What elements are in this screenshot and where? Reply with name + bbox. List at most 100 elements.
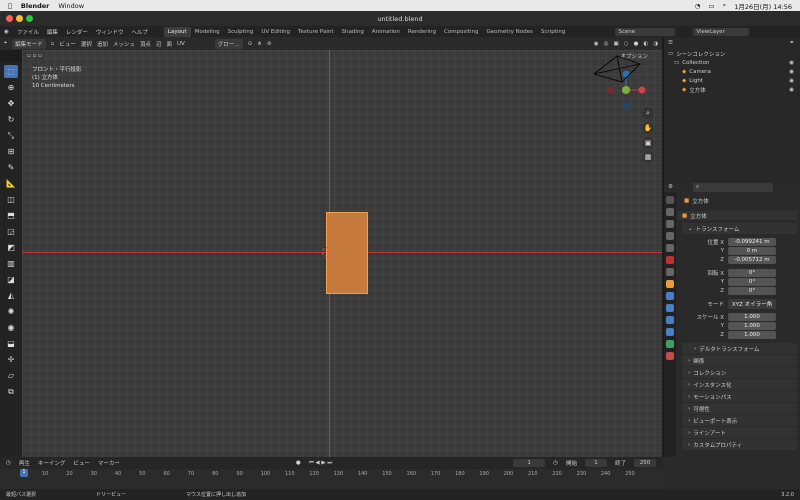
- scale-tool-icon[interactable]: ⤡: [4, 129, 18, 142]
- shrink-fatten-tool-icon[interactable]: ✢: [4, 353, 18, 366]
- tab-rendering[interactable]: Rendering: [404, 27, 440, 37]
- 3d-viewport[interactable]: ▫ ▫ ▫ オプション フロント・平行投影 (1) 立方体 10 Centime…: [22, 50, 662, 457]
- tool-tab-icon[interactable]: [666, 196, 674, 204]
- tab-modeling[interactable]: Modeling: [191, 27, 224, 37]
- playhead[interactable]: 1: [20, 469, 28, 477]
- section-custom-properties[interactable]: › カスタムプロパティ: [682, 439, 797, 450]
- modifier-tab-icon[interactable]: [666, 292, 674, 300]
- add-cube-tool-icon[interactable]: ◫: [4, 193, 18, 206]
- cursor-tool-icon[interactable]: ⊕: [4, 81, 18, 94]
- output-tab-icon[interactable]: [666, 220, 674, 228]
- wifi-icon[interactable]: ◔: [695, 2, 701, 10]
- pivot-icon[interactable]: ⊙: [248, 41, 253, 47]
- view-layer-tab-icon[interactable]: [666, 232, 674, 240]
- scene-tab-icon[interactable]: [666, 244, 674, 252]
- tab-texture-paint[interactable]: Texture Paint: [294, 27, 338, 37]
- tab-compositing[interactable]: Compositing: [440, 27, 482, 37]
- clock[interactable]: 1月26日(月) 14:56: [734, 1, 792, 11]
- transform-tool-icon[interactable]: ⊞: [4, 145, 18, 158]
- section-line-art[interactable]: › ラインアート: [682, 427, 797, 438]
- minimize-window-button[interactable]: [16, 15, 23, 22]
- outliner-type-icon[interactable]: ☰: [668, 40, 673, 46]
- menu-face[interactable]: 面: [166, 40, 172, 48]
- data-tab-icon[interactable]: [666, 340, 674, 348]
- current-frame-field[interactable]: 1: [513, 459, 546, 467]
- particles-tab-icon[interactable]: [666, 304, 674, 312]
- rotate-tool-icon[interactable]: ↻: [4, 113, 18, 126]
- location-y-field[interactable]: 0 m: [728, 246, 776, 255]
- location-z-field[interactable]: -0.005712 m: [728, 255, 776, 264]
- render-tab-icon[interactable]: [666, 208, 674, 216]
- menu-add[interactable]: 追加: [97, 40, 108, 48]
- selected-cube-mesh[interactable]: [326, 212, 368, 294]
- menu-mesh[interactable]: メッシュ: [113, 40, 135, 48]
- move-tool-icon[interactable]: ✥: [4, 97, 18, 110]
- section-instancing[interactable]: › インスタンス化: [682, 379, 797, 390]
- shading-material-icon[interactable]: ◐: [643, 41, 648, 47]
- rotation-y-field[interactable]: 0°: [728, 277, 776, 286]
- menu-render[interactable]: レンダー: [62, 28, 92, 36]
- poly-build-tool-icon[interactable]: ◭: [4, 289, 18, 302]
- object-tab-icon[interactable]: [666, 280, 674, 288]
- blender-logo-icon[interactable]: ◉: [0, 29, 13, 35]
- search-icon[interactable]: ⌕: [723, 1, 727, 10]
- spin-tool-icon[interactable]: ✺: [4, 305, 18, 318]
- proportional-icon[interactable]: ⊚: [267, 41, 272, 47]
- shading-rendered-icon[interactable]: ◑: [653, 41, 662, 47]
- world-tab-icon[interactable]: [666, 256, 674, 264]
- zoom-window-button[interactable]: [26, 15, 33, 22]
- menu-marker[interactable]: マーカー: [98, 459, 120, 467]
- menu-edge[interactable]: 辺: [156, 40, 162, 48]
- close-window-button[interactable]: [6, 15, 13, 22]
- tab-uv-editing[interactable]: UV Editing: [257, 27, 294, 37]
- tab-geometry-nodes[interactable]: Geometry Nodes: [482, 27, 536, 37]
- properties-type-icon[interactable]: ⚙: [668, 184, 673, 190]
- menu-select[interactable]: 選択: [81, 40, 92, 48]
- physics-tab-icon[interactable]: [666, 316, 674, 324]
- mac-window-menu[interactable]: Window: [58, 2, 84, 10]
- playback-controls[interactable]: ⏮ ◀ ▶ ⏭: [309, 460, 333, 467]
- tab-layout[interactable]: Layout: [163, 26, 191, 37]
- mode-selector[interactable]: 編集モード: [12, 38, 46, 49]
- vertex-select-icon[interactable]: ▫: [51, 41, 55, 47]
- edge-slide-tool-icon[interactable]: ⬓: [4, 337, 18, 350]
- snap-icon[interactable]: ⋔: [257, 41, 262, 47]
- timeline-ruler[interactable]: 1 10 20 30 40 50 60 70 80 90 100 110 120 130 140 150 16…: [0, 469, 662, 489]
- ortho-grid-icon[interactable]: ▦: [642, 151, 654, 163]
- bevel-tool-icon[interactable]: ◩: [4, 241, 18, 254]
- viewlayer-selector[interactable]: ViewLayer: [693, 27, 750, 36]
- shear-tool-icon[interactable]: ▱: [4, 369, 18, 382]
- transform-orientation[interactable]: グロー…: [214, 38, 243, 49]
- section-visibility[interactable]: › 可視性: [682, 403, 797, 414]
- menu-playback[interactable]: 再生: [19, 459, 30, 467]
- menu-view[interactable]: ビュー: [59, 40, 76, 48]
- scale-y-field[interactable]: 1.000: [728, 321, 776, 330]
- constraints-tab-icon[interactable]: [666, 328, 674, 336]
- menu-keying[interactable]: キーイング: [38, 459, 66, 467]
- tab-scripting[interactable]: Scripting: [537, 27, 569, 37]
- eye-icon[interactable]: ◉: [789, 78, 800, 84]
- rotation-x-field[interactable]: 0°: [728, 268, 776, 277]
- annotate-tool-icon[interactable]: ✎: [4, 161, 18, 174]
- outliner-item-cube[interactable]: ◆ 立方体 ◉: [664, 85, 800, 94]
- measure-tool-icon[interactable]: 📐: [4, 177, 18, 190]
- section-viewport-display[interactable]: › ビューポート表示: [682, 415, 797, 426]
- shading-wire-icon[interactable]: ○: [624, 41, 629, 47]
- loop-cut-tool-icon[interactable]: ▥: [4, 257, 18, 270]
- end-frame-field[interactable]: 250: [634, 459, 656, 467]
- transform-section-header[interactable]: ⌄ トランスフォーム: [682, 223, 797, 234]
- location-x-field[interactable]: -0.099241 m: [728, 237, 776, 246]
- select-mode-buttons[interactable]: ▫ ▫ ▫: [24, 52, 45, 60]
- rotation-mode-select[interactable]: XYZ オイラー角: [728, 298, 776, 309]
- object-name[interactable]: 立方体: [692, 197, 709, 205]
- record-icon[interactable]: ●: [296, 460, 301, 466]
- outliner-item-light[interactable]: ◆ Light ◉: [664, 76, 800, 85]
- eye-icon[interactable]: ◉: [789, 60, 800, 66]
- section-delta-transform[interactable]: › デルタトランスフォーム: [682, 343, 797, 354]
- zoom-icon[interactable]: ⌕: [642, 107, 654, 119]
- inset-tool-icon[interactable]: ◲: [4, 225, 18, 238]
- rip-tool-icon[interactable]: ⧉: [4, 385, 18, 398]
- rotation-z-field[interactable]: 0°: [728, 286, 776, 295]
- scale-z-field[interactable]: 1.000: [728, 330, 776, 339]
- visibility-icon[interactable]: ◉: [594, 41, 599, 47]
